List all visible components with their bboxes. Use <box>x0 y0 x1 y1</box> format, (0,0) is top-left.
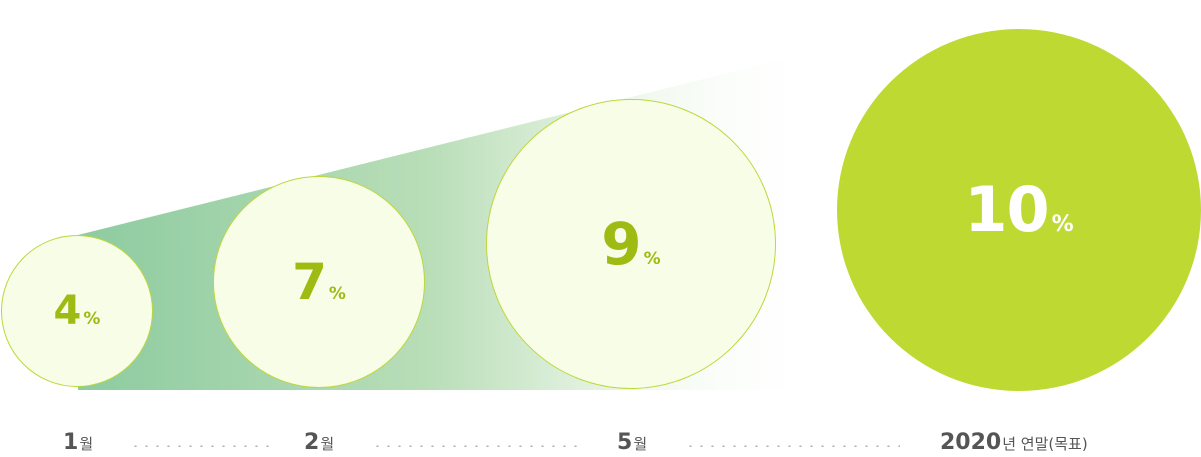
dotted-separator <box>685 445 900 447</box>
milestone-value-1: 4 % <box>54 291 101 331</box>
milestone-label-2: 2 월 <box>304 430 334 455</box>
percent-unit: % <box>1051 212 1074 237</box>
label-text: 월 <box>320 435 335 453</box>
milestone-circle-3: 9 % <box>486 99 776 389</box>
label-number: 1 <box>63 430 79 455</box>
milestone-circle-goal: 10 % <box>837 29 1201 391</box>
label-text: 월 <box>79 435 94 453</box>
milestone-number: 4 <box>53 288 82 334</box>
label-number: 2 <box>304 430 320 455</box>
percent-unit: % <box>83 309 101 329</box>
milestone-value-goal: 10 % <box>964 179 1073 241</box>
percent-unit: % <box>328 284 346 304</box>
milestone-number: 10 <box>964 173 1049 246</box>
dotted-separator <box>372 445 577 447</box>
label-text: 년 연말(목표) <box>1002 435 1088 453</box>
label-text: 월 <box>633 435 648 453</box>
milestone-label-1: 1 월 <box>63 430 93 455</box>
milestone-label-3: 5 월 <box>617 430 647 455</box>
milestone-value-2: 7 % <box>292 257 346 307</box>
label-number: 2020 <box>940 430 1002 455</box>
label-number: 5 <box>617 430 633 455</box>
milestone-number: 9 <box>601 210 641 278</box>
dotted-separator <box>130 445 270 447</box>
milestone-value-3: 9 % <box>601 215 660 273</box>
milestone-circle-2: 7 % <box>213 176 425 388</box>
milestone-label-goal: 2020 년 연말(목표) <box>940 430 1088 455</box>
milestone-number: 7 <box>292 253 327 311</box>
percent-unit: % <box>643 249 661 269</box>
milestone-circle-1: 4 % <box>1 235 153 387</box>
growth-diagram: 4 % 7 % 9 % 10 % 1 월 2 월 5 월 2020 년 연말(목… <box>0 0 1201 457</box>
